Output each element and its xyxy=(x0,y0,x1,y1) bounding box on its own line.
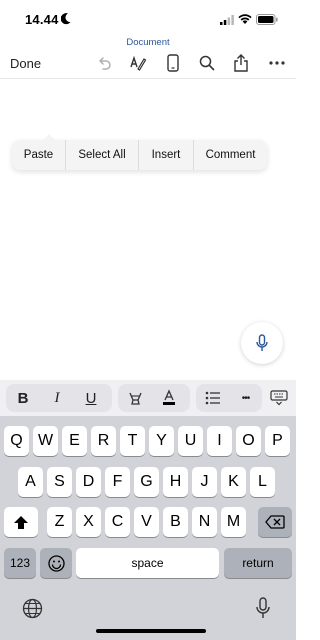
bullet-list-icon[interactable] xyxy=(196,384,229,412)
context-menu-arrow xyxy=(43,134,55,140)
backspace-key[interactable] xyxy=(258,507,292,537)
draw-pen-icon[interactable] xyxy=(128,53,148,73)
text-style-group: B I U xyxy=(6,384,112,412)
key-d[interactable]: D xyxy=(76,467,101,497)
key-k[interactable]: K xyxy=(221,467,246,497)
key-p[interactable]: P xyxy=(265,426,290,456)
key-q[interactable]: Q xyxy=(4,426,29,456)
key-r[interactable]: R xyxy=(91,426,116,456)
font-color-icon[interactable] xyxy=(152,384,186,412)
key-v[interactable]: V xyxy=(134,507,159,537)
paste-menu-item[interactable]: Paste xyxy=(12,140,66,170)
space-key[interactable]: space xyxy=(76,548,219,578)
status-bar: 14.44 xyxy=(0,0,296,38)
hide-keyboard-icon[interactable] xyxy=(262,384,296,412)
status-time: 14.44 xyxy=(25,12,59,27)
home-indicator xyxy=(96,629,206,633)
select-all-menu-item[interactable]: Select All xyxy=(66,140,139,170)
bold-button[interactable]: B xyxy=(6,384,40,412)
shift-key[interactable] xyxy=(4,507,38,537)
context-menu: Paste Select All Insert Comment xyxy=(12,134,267,170)
key-x[interactable]: X xyxy=(76,507,101,537)
emoji-icon xyxy=(47,554,65,572)
key-l[interactable]: L xyxy=(250,467,275,497)
key-s[interactable]: S xyxy=(47,467,72,497)
dictate-button[interactable] xyxy=(241,322,283,364)
key-h[interactable]: H xyxy=(163,467,188,497)
key-n[interactable]: N xyxy=(192,507,217,537)
backspace-icon xyxy=(265,515,285,529)
key-b[interactable]: B xyxy=(163,507,188,537)
mobile-view-icon[interactable] xyxy=(163,53,183,73)
key-m[interactable]: M xyxy=(221,507,246,537)
key-g[interactable]: G xyxy=(134,467,159,497)
format-bar: B I U ••• xyxy=(0,380,296,416)
numbers-key[interactable]: 123 xyxy=(4,548,36,578)
key-f[interactable]: F xyxy=(105,467,130,497)
more-format-button[interactable]: ••• xyxy=(229,384,262,412)
wifi-icon xyxy=(238,14,252,24)
underline-button[interactable]: U xyxy=(74,384,108,412)
document-title[interactable]: Document xyxy=(0,37,296,48)
signal-icon xyxy=(220,15,234,25)
battery-icon xyxy=(256,14,278,25)
moon-icon xyxy=(61,13,71,25)
keyboard-microphone-icon[interactable] xyxy=(255,597,271,624)
comment-menu-item[interactable]: Comment xyxy=(194,140,267,170)
key-j[interactable]: J xyxy=(192,467,217,497)
key-o[interactable]: O xyxy=(236,426,261,456)
emoji-key[interactable] xyxy=(40,548,72,578)
key-c[interactable]: C xyxy=(105,507,130,537)
key-z[interactable]: Z xyxy=(47,507,72,537)
more-options-icon[interactable] xyxy=(267,53,287,73)
undo-icon[interactable] xyxy=(94,53,114,73)
list-group: ••• xyxy=(196,384,262,412)
color-group xyxy=(118,384,190,412)
highlighter-icon[interactable] xyxy=(118,384,152,412)
key-u[interactable]: U xyxy=(178,426,203,456)
key-e[interactable]: E xyxy=(62,426,87,456)
key-t[interactable]: T xyxy=(120,426,145,456)
search-icon[interactable] xyxy=(197,53,217,73)
key-a[interactable]: A xyxy=(18,467,43,497)
done-button[interactable]: Done xyxy=(10,56,41,71)
share-icon[interactable] xyxy=(231,53,251,73)
key-i[interactable]: I xyxy=(207,426,232,456)
key-w[interactable]: W xyxy=(33,426,58,456)
toolbar: Done xyxy=(0,49,296,79)
globe-icon[interactable] xyxy=(22,598,43,624)
italic-button[interactable]: I xyxy=(40,384,74,412)
return-key[interactable]: return xyxy=(224,548,292,578)
key-y[interactable]: Y xyxy=(149,426,174,456)
insert-menu-item[interactable]: Insert xyxy=(139,140,194,170)
shift-icon xyxy=(14,515,28,529)
microphone-icon xyxy=(256,334,268,351)
